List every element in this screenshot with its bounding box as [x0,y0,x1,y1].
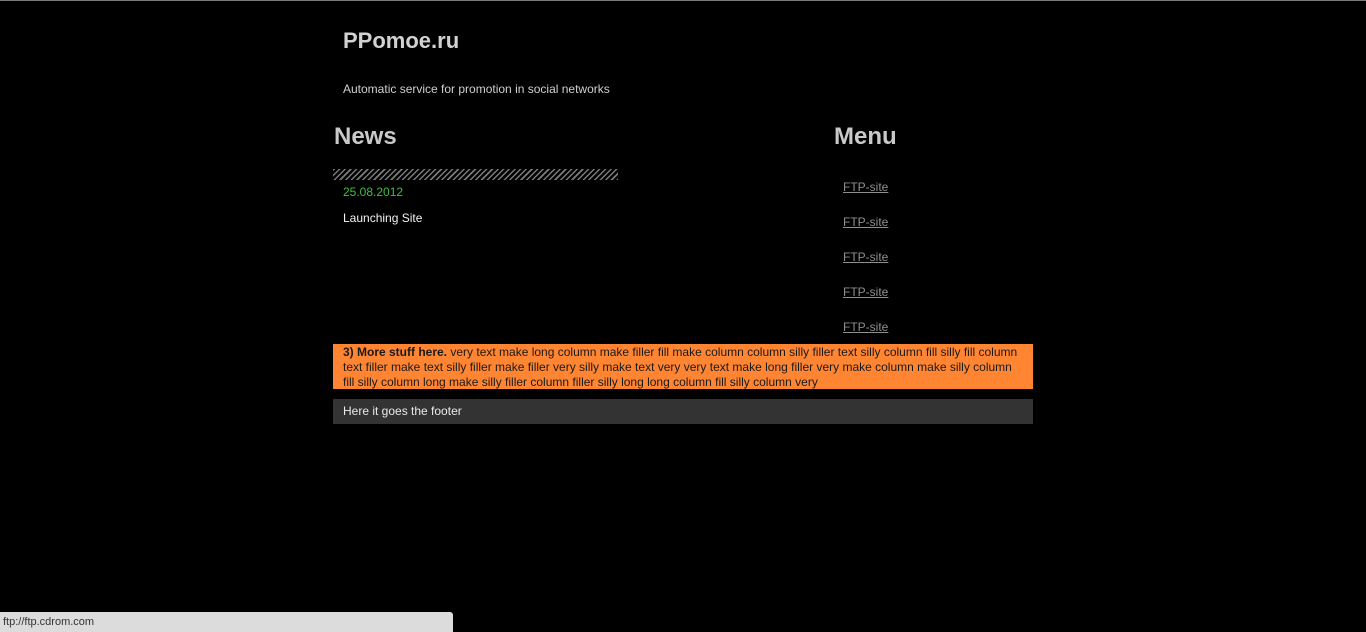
news-divider [333,169,618,180]
site-tagline: Automatic service for promotion in socia… [343,82,610,96]
window-top-border [0,0,1366,1]
news-date: 25.08.2012 [343,185,404,199]
menu-item: FTP-site [843,283,888,318]
news-heading: News [334,123,397,150]
menu-link-ftp-site[interactable]: FTP-site [843,180,888,194]
menu-list: FTP-site FTP-site FTP-site FTP-site FTP-… [843,178,888,353]
menu-link-ftp-site[interactable]: FTP-site [843,215,888,229]
menu-item: FTP-site [843,213,888,248]
page-footer: Here it goes the footer [333,399,1033,424]
site-title: PPomoe.ru [343,28,460,53]
menu-item: FTP-site [843,248,888,283]
news-text: Launching Site [343,211,423,225]
menu-link-ftp-site[interactable]: FTP-site [843,285,888,299]
menu-heading: Menu [834,123,897,150]
browser-status-bar: ftp://ftp.cdrom.com [0,612,453,632]
menu-link-ftp-site[interactable]: FTP-site [843,320,888,334]
menu-item: FTP-site [843,178,888,213]
promo-box: 3) More stuff here. very text make long … [333,344,1033,389]
promo-content: 3) More stuff here. very text make long … [343,344,1023,390]
promo-heading: 3) More stuff here. [343,345,448,359]
menu-link-ftp-site[interactable]: FTP-site [843,250,888,264]
